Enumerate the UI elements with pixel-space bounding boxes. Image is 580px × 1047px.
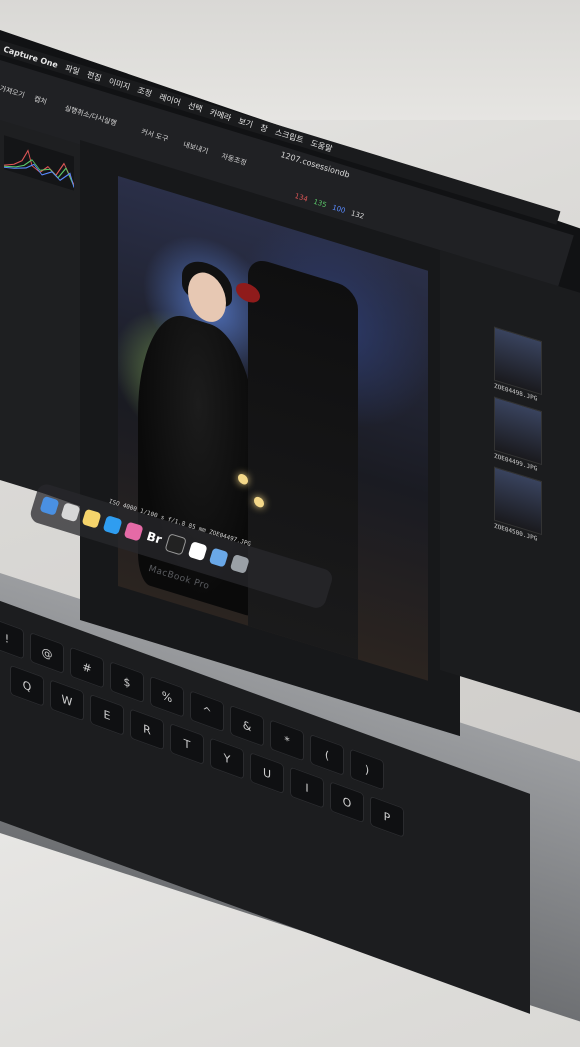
key-1[interactable]: !: [0, 617, 24, 660]
undo-redo-button[interactable]: 실행취소/다시실행: [63, 103, 118, 128]
key-2[interactable]: @: [30, 631, 64, 675]
safari-icon[interactable]: [102, 515, 123, 536]
menu-item-select[interactable]: 선택: [187, 100, 204, 115]
key-8[interactable]: *: [270, 719, 304, 762]
histogram: [3, 135, 75, 191]
key-o[interactable]: O: [330, 781, 364, 824]
photos-icon[interactable]: [123, 521, 144, 542]
key-7[interactable]: &: [230, 704, 264, 748]
key-3[interactable]: #: [70, 646, 104, 689]
cursor-tool-button[interactable]: 커서 도구: [140, 127, 170, 145]
left-tool-panel: [0, 120, 80, 505]
bridge-app-icon[interactable]: Br: [145, 529, 164, 547]
calendar-icon[interactable]: [187, 541, 208, 562]
preview-icon[interactable]: [208, 547, 229, 568]
key-e[interactable]: E: [90, 693, 124, 737]
key-9[interactable]: (: [310, 733, 344, 777]
export-button[interactable]: 내보내기: [182, 140, 210, 157]
key-t[interactable]: T: [170, 722, 204, 766]
capture-one-icon[interactable]: [164, 533, 187, 556]
finder-icon[interactable]: [39, 495, 60, 516]
key-r[interactable]: R: [130, 708, 164, 751]
menu-item-adjust[interactable]: 조정: [136, 84, 153, 99]
key-w[interactable]: W: [50, 679, 84, 722]
key-6[interactable]: ^: [190, 690, 224, 733]
menu-item-view[interactable]: 보기: [237, 115, 254, 130]
menu-item-window[interactable]: 창: [259, 122, 269, 135]
capture-button[interactable]: 캡처: [33, 94, 48, 107]
launchpad-icon[interactable]: [60, 502, 81, 523]
key-u[interactable]: U: [250, 751, 284, 795]
key-5[interactable]: %: [150, 675, 184, 718]
key-p[interactable]: P: [370, 795, 404, 838]
auto-adjust-button[interactable]: 자동조정: [220, 151, 248, 168]
menu-item-edit[interactable]: 편집: [86, 69, 103, 84]
notes-icon[interactable]: [81, 508, 102, 529]
thumbnail-browser: ZOE04498.JPG ZOE04499.JPG ZOE04500.JPG: [440, 250, 580, 713]
import-button[interactable]: 가져오기: [0, 83, 26, 100]
key-q[interactable]: Q: [10, 664, 44, 707]
key-y[interactable]: Y: [210, 737, 244, 780]
menu-item-file[interactable]: 파일: [64, 62, 81, 77]
histogram-graph: [3, 149, 75, 188]
trash-icon[interactable]: [229, 554, 250, 574]
key-4[interactable]: $: [110, 660, 144, 704]
key-0[interactable]: ): [350, 748, 384, 791]
